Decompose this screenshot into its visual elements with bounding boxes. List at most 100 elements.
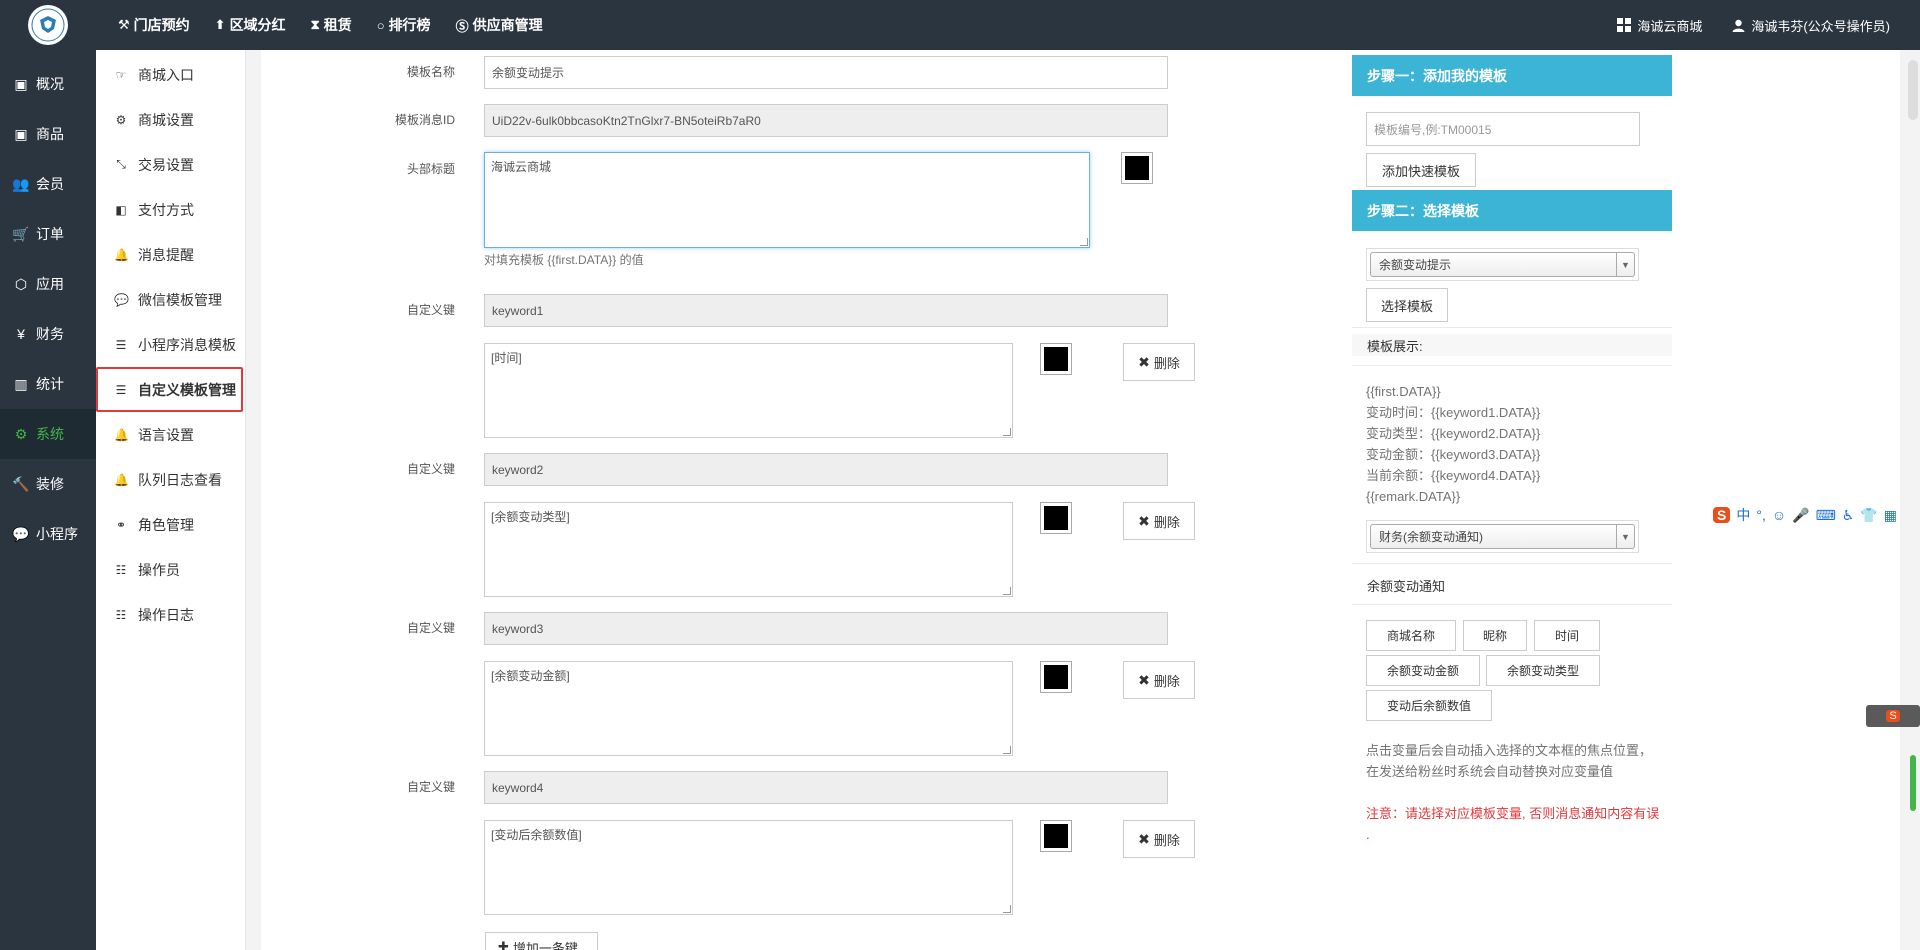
- divider: [1352, 604, 1672, 605]
- submenu-item-trade-settings[interactable]: ⤡ 交易设置: [96, 142, 245, 187]
- header-color-picker[interactable]: [1121, 152, 1153, 184]
- custom-value-textarea-1[interactable]: [时间]: [484, 343, 1013, 438]
- grid-icon[interactable]: ▦: [1884, 507, 1897, 524]
- nav-store-booking[interactable]: ⚒ 门店预约: [118, 15, 190, 35]
- submenu-item-shop-entry[interactable]: ☞ 商城入口: [96, 52, 245, 97]
- submenu-item-operation-log[interactable]: ☷ 操作日志: [96, 592, 245, 637]
- submenu-item-roles[interactable]: ⚭ 角色管理: [96, 502, 245, 547]
- list-icon: ☷: [115, 607, 127, 622]
- sidebar-item-members[interactable]: 👥 会员: [0, 159, 96, 209]
- custom-color-picker-3[interactable]: [1040, 661, 1072, 693]
- resize-grip-icon[interactable]: [1003, 587, 1011, 595]
- notify-select[interactable]: 财务(余额变动通知) ▼: [1366, 520, 1639, 553]
- scrollbar[interactable]: [1908, 60, 1918, 120]
- submenu-item-notify[interactable]: 🔔 消息提醒: [96, 232, 245, 277]
- add-key-button[interactable]: ✚ 增加一条键: [485, 932, 598, 950]
- submenu-item-wechat-templates[interactable]: 💬 微信模板管理: [96, 277, 245, 322]
- variable-nickname-button[interactable]: 昵称: [1463, 620, 1527, 651]
- select-template-button[interactable]: 选择模板: [1366, 288, 1448, 322]
- delete-label: 删除: [1153, 355, 1180, 371]
- sidebar-item-decoration[interactable]: 🔨 装修: [0, 459, 96, 509]
- custom-key-input-3[interactable]: keyword3: [484, 612, 1168, 645]
- shop-link[interactable]: 海诚云商城: [1617, 16, 1702, 35]
- resize-grip-icon[interactable]: [1003, 428, 1011, 436]
- submenu-item-miniprogram-templates[interactable]: ☰ 小程序消息模板: [96, 322, 245, 367]
- submenu-item-custom-templates[interactable]: ☰ 自定义模板管理: [96, 367, 243, 412]
- compress-icon: ⤡: [116, 157, 126, 171]
- add-quick-template-button[interactable]: 添加快速模板: [1366, 153, 1476, 187]
- delete-key-button-2[interactable]: ✖ 删除: [1123, 502, 1195, 540]
- nav-region-dividend[interactable]: ⬆ 区域分红: [215, 15, 286, 35]
- emoji-icon[interactable]: ☺: [1772, 507, 1786, 523]
- sidebar-item-label: 应用: [36, 276, 64, 292]
- template-id-input[interactable]: UiD22v-6ulk0bbcasoKtn2TnGlxr7-BN5oteiRb7…: [484, 104, 1168, 137]
- sidebar-item-system[interactable]: ⚙ 系统: [0, 409, 96, 459]
- sidebar-item-miniprogram[interactable]: 💬 小程序: [0, 509, 96, 559]
- keyboard-icon[interactable]: ⌨: [1816, 507, 1836, 524]
- variable-time-button[interactable]: 时间: [1534, 620, 1600, 651]
- close-icon: ✖: [1138, 830, 1150, 847]
- top-nav: ⚒ 门店预约 ⬆ 区域分红 ⧗ 租赁 ○ 排行榜 Ⓢ 供应商管理: [118, 0, 568, 50]
- header-title-text: 海诚云商城: [491, 160, 552, 174]
- variable-shop-name-button[interactable]: 商城名称: [1366, 620, 1456, 651]
- submenu-item-payment[interactable]: ◧ 支付方式: [96, 187, 245, 232]
- template-no-input[interactable]: 模板编号,例:TM00015: [1366, 112, 1640, 146]
- sidebar-item-label: 订单: [36, 226, 64, 242]
- app-logo[interactable]: [28, 5, 68, 45]
- color-swatch: [1044, 347, 1068, 371]
- wechat-icon: 💬: [114, 292, 129, 307]
- user-menu[interactable]: 海诚韦芬(公众号操作员): [1732, 16, 1890, 35]
- sidebar-item-finance[interactable]: ¥ 财务: [0, 309, 96, 359]
- header-title-textarea[interactable]: 海诚云商城: [484, 152, 1090, 248]
- custom-value-text: [变动后余额数值]: [491, 828, 582, 842]
- custom-color-picker-1[interactable]: [1040, 343, 1072, 375]
- submenu-item-queue-log[interactable]: 🔔 队列日志查看: [96, 457, 245, 502]
- custom-value-textarea-3[interactable]: [余额变动金额]: [484, 661, 1013, 756]
- delete-key-button-3[interactable]: ✖ 删除: [1123, 661, 1195, 699]
- ime-mini-toolbar[interactable]: S: [1866, 705, 1920, 727]
- nav-rental[interactable]: ⧗ 租赁: [311, 15, 352, 35]
- variable-balance-after-button[interactable]: 变动后余额数值: [1366, 690, 1492, 721]
- custom-color-picker-2[interactable]: [1040, 502, 1072, 534]
- custom-value-textarea-2[interactable]: [余额变动类型]: [484, 502, 1013, 597]
- color-swatch: [1044, 824, 1068, 848]
- variable-change-type-button[interactable]: 余额变动类型: [1486, 655, 1600, 686]
- nav-supplier[interactable]: Ⓢ 供应商管理: [456, 15, 543, 35]
- nav-ranking[interactable]: ○ 排行榜: [377, 15, 431, 35]
- sidebar-item-apps[interactable]: ⬡ 应用: [0, 259, 96, 309]
- resize-grip-icon[interactable]: [1003, 905, 1011, 913]
- sidebar-item-orders[interactable]: 🛒 订单: [0, 209, 96, 259]
- sidebar-item-overview[interactable]: ▣ 概况: [0, 59, 96, 109]
- resize-grip-icon[interactable]: [1003, 746, 1011, 754]
- delete-key-button-1[interactable]: ✖ 删除: [1123, 343, 1195, 381]
- custom-key-input-4[interactable]: keyword4: [484, 771, 1168, 804]
- microphone-icon[interactable]: 🎤: [1792, 507, 1809, 524]
- custom-value-textarea-4[interactable]: [变动后余额数值]: [484, 820, 1013, 915]
- variable-change-amount-button[interactable]: 余额变动金额: [1366, 655, 1480, 686]
- ime-toolbar[interactable]: S 中 °, ☺ 🎤 ⌨ ♿ 👕 ▦: [1713, 500, 1920, 530]
- color-swatch: [1125, 156, 1149, 180]
- hourglass-icon: ⧗: [310, 17, 320, 32]
- ime-punctuation[interactable]: °,: [1756, 507, 1766, 523]
- custom-key-label: 自定义键: [406, 303, 455, 317]
- submenu-item-operators[interactable]: ☷ 操作员: [96, 547, 245, 592]
- custom-key-input-1[interactable]: keyword1: [484, 294, 1168, 327]
- close-icon: ✖: [1138, 512, 1150, 529]
- submenu-item-shop-settings[interactable]: ⚙ 商城设置: [96, 97, 245, 142]
- ime-mode[interactable]: 中: [1736, 505, 1750, 525]
- delete-key-button-4[interactable]: ✖ 删除: [1123, 820, 1195, 858]
- shirt-icon[interactable]: 👕: [1860, 507, 1877, 524]
- sidebar-item-stats[interactable]: ▥ 统计: [0, 359, 96, 409]
- user-icon[interactable]: ♿: [1842, 507, 1855, 524]
- sidebar-item-goods[interactable]: ▣ 商品: [0, 109, 96, 159]
- custom-color-picker-4[interactable]: [1040, 820, 1072, 852]
- custom-key-input-2[interactable]: keyword2: [484, 453, 1168, 486]
- template-name-input[interactable]: 余额变动提示: [484, 56, 1168, 89]
- user-label: 海诚韦芬(公众号操作员): [1751, 18, 1890, 34]
- submenu-item-language[interactable]: 🔔 语言设置: [96, 412, 245, 457]
- resize-grip-icon[interactable]: [1080, 238, 1088, 246]
- template-select[interactable]: 余额变动提示 ▼: [1366, 248, 1639, 281]
- close-icon: ✖: [1138, 353, 1150, 370]
- circle-icon: ○: [376, 17, 385, 33]
- scroll-indicator[interactable]: [1910, 755, 1916, 811]
